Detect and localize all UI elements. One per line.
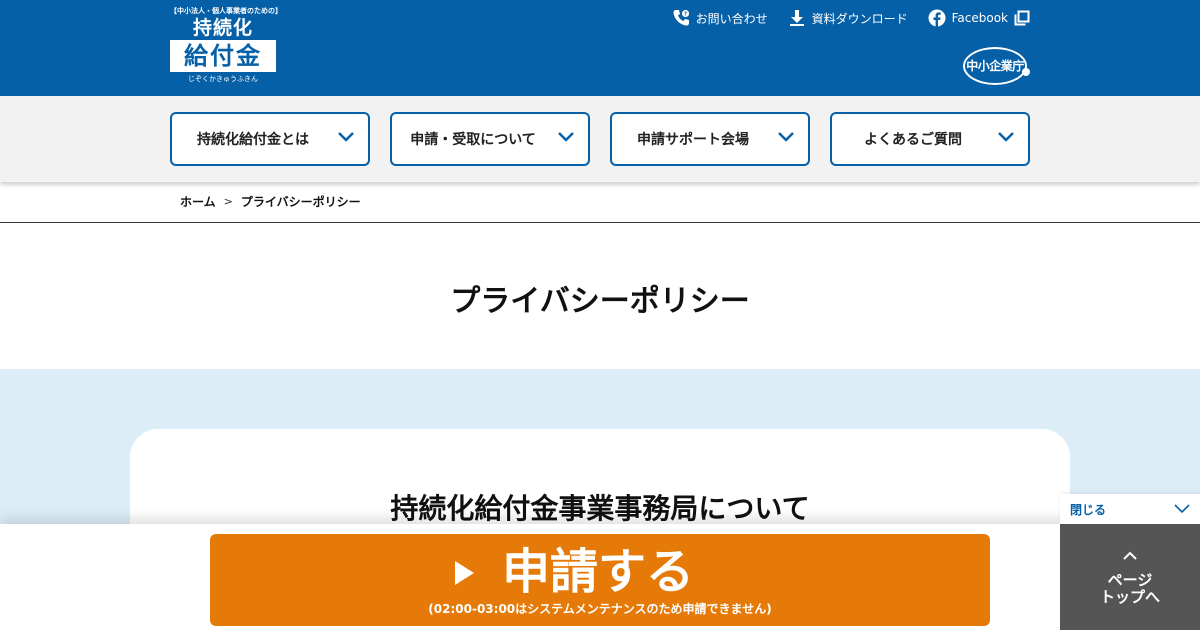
global-nav: 持続化給付金とは 申請・受取について 申請サポート会場 よくあるご質問: [0, 96, 1200, 182]
breadcrumb-separator: >: [223, 195, 233, 208]
agency-logo-text: 中小企業庁: [966, 59, 1024, 73]
site-logo[interactable]: 【中小法人・個人事業者のための】 持続化 給付金 じぞくかきゅうふきん: [170, 7, 282, 89]
download-link[interactable]: 資料ダウンロード: [788, 9, 908, 27]
page-top-button[interactable]: ページ トップへ: [1060, 524, 1200, 630]
breadcrumb: ホーム > プライバシーポリシー: [180, 193, 361, 210]
nav-item-label: よくあるご質問: [864, 132, 962, 148]
phone-icon: ?: [673, 9, 689, 26]
nav-item-application[interactable]: 申請・受取について: [390, 112, 590, 166]
nav-item-about[interactable]: 持続化給付金とは: [170, 112, 370, 166]
agency-logo-dot: [1022, 68, 1030, 76]
nav-item-label: 申請サポート会場: [637, 132, 749, 148]
chevron-down-icon: [338, 132, 354, 142]
play-arrow-icon: [455, 561, 474, 585]
page-top-line2: トップへ: [1099, 588, 1160, 606]
close-bar-button[interactable]: 閉じる: [1060, 494, 1200, 524]
close-bar-label: 閉じる: [1070, 502, 1107, 517]
contact-link[interactable]: ? お問い合わせ: [672, 9, 768, 27]
chevron-down-icon: [558, 132, 574, 142]
download-icon: [789, 10, 804, 26]
utility-nav: ? お問い合わせ 資料ダウンロード Facebook: [672, 9, 1030, 27]
breadcrumb-current: プライバシーポリシー: [240, 195, 361, 209]
sme-agency-logo[interactable]: 中小企業庁: [963, 47, 1033, 87]
site-header: 【中小法人・個人事業者のための】 持続化 給付金 じぞくかきゅうふきん ? お問…: [0, 0, 1200, 96]
facebook-icon: [928, 9, 946, 27]
logo-reading: じぞくかきゅうふきん: [188, 75, 258, 83]
nav-item-faq[interactable]: よくあるご質問: [830, 112, 1030, 166]
logo-line1: 持続化: [192, 17, 253, 39]
svg-text:?: ?: [683, 12, 686, 18]
download-label: 資料ダウンロード: [811, 11, 908, 26]
chevron-down-icon: [778, 132, 794, 142]
logo-line2: 給付金: [170, 40, 276, 72]
section-title: 持続化給付金事業事務局について: [390, 492, 810, 525]
external-link-icon: [1014, 10, 1030, 26]
chevron-up-icon: [1123, 551, 1137, 560]
nav-item-label: 申請・受取について: [410, 132, 536, 148]
facebook-link[interactable]: Facebook: [928, 9, 1030, 27]
page-top-line1: ページ: [1107, 571, 1153, 589]
chevron-down-icon: [1174, 504, 1190, 514]
nav-item-label: 持続化給付金とは: [197, 132, 309, 148]
page-top-label: ページ トップへ: [1060, 572, 1200, 606]
logo-tagline: 【中小法人・個人事業者のための】: [170, 7, 282, 15]
breadcrumb-divider: [0, 222, 1200, 223]
nav-item-support-venue[interactable]: 申請サポート会場: [610, 112, 810, 166]
apply-button[interactable]: 申請する (02:00-03:00はシステムメンテナンスのため申請できません): [210, 534, 990, 626]
contact-label: お問い合わせ: [695, 11, 768, 26]
breadcrumb-home[interactable]: ホーム: [180, 193, 216, 210]
chevron-down-icon: [998, 132, 1014, 142]
maintenance-note: (02:00-03:00はシステムメンテナンスのため申請できません): [428, 602, 772, 616]
facebook-label: Facebook: [951, 11, 1008, 25]
page-title: プライバシーポリシー: [450, 284, 750, 319]
apply-button-label: 申請する: [502, 544, 695, 600]
